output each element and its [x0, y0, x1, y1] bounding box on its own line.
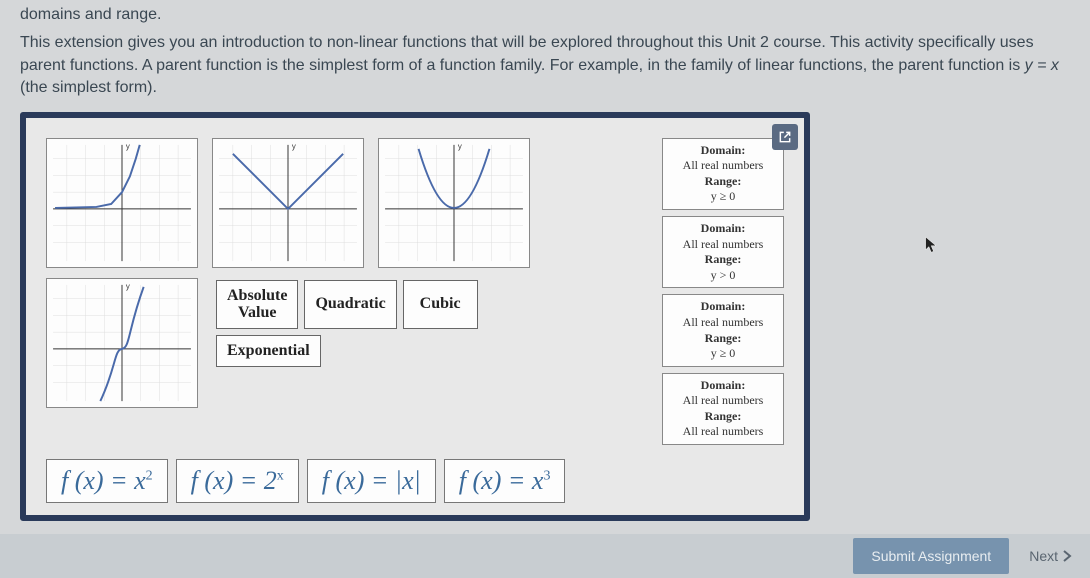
- expand-button[interactable]: [772, 124, 798, 150]
- submit-assignment-button[interactable]: Submit Assignment: [853, 538, 1009, 574]
- dr3-domain-val: All real numbers: [665, 315, 781, 331]
- paragraph-equation: y = x: [1025, 57, 1059, 74]
- eq2-text: f (x) = 2: [191, 466, 277, 495]
- equation-tile-squared[interactable]: f (x) = x2: [46, 459, 168, 503]
- svg-text:y: y: [458, 141, 462, 150]
- dr4-domain-label: Domain:: [665, 378, 781, 394]
- domain-range-box-1[interactable]: Domain: All real numbers Range: y ≥ 0: [662, 138, 784, 210]
- dr2-range-val: y > 0: [665, 268, 781, 284]
- svg-text:y: y: [292, 141, 296, 150]
- dr4-domain-val: All real numbers: [665, 393, 781, 409]
- footer-bar: Submit Assignment Next: [0, 534, 1090, 578]
- eq4-sup: 3: [543, 468, 550, 483]
- chevron-right-icon: [1062, 550, 1072, 562]
- dr2-range-label: Range:: [665, 252, 781, 268]
- graph-exponential[interactable]: y: [46, 138, 198, 268]
- dr1-range-val: y ≥ 0: [665, 189, 781, 205]
- activity-panel: y y: [20, 112, 810, 522]
- paragraph-part1: This extension gives you an introduction…: [20, 34, 1034, 73]
- tile-absolute-l2: Value: [238, 304, 277, 322]
- equation-tile-cubic[interactable]: f (x) = x3: [444, 459, 566, 503]
- tile-absolute-l1: Absolute: [227, 287, 287, 305]
- dr1-domain-label: Domain:: [665, 143, 781, 159]
- dr2-domain-label: Domain:: [665, 221, 781, 237]
- next-button[interactable]: Next: [1029, 548, 1072, 564]
- dr3-range-label: Range:: [665, 331, 781, 347]
- dr2-domain-val: All real numbers: [665, 237, 781, 253]
- svg-text:y: y: [126, 141, 130, 150]
- cursor-icon: [924, 235, 940, 260]
- equation-tile-exp[interactable]: f (x) = 2x: [176, 459, 299, 503]
- domain-range-box-3[interactable]: Domain: All real numbers Range: y ≥ 0: [662, 294, 784, 366]
- intro-text: domains and range. This extension gives …: [0, 0, 1090, 108]
- dr3-range-val: y ≥ 0: [665, 346, 781, 362]
- eq1-text: f (x) = x: [61, 466, 146, 495]
- tile-quadratic[interactable]: Quadratic: [304, 280, 396, 329]
- graph-cubic[interactable]: y: [46, 278, 198, 408]
- dr1-domain-val: All real numbers: [665, 158, 781, 174]
- next-label: Next: [1029, 548, 1058, 564]
- equation-tile-abs[interactable]: f (x) = |x|: [307, 459, 436, 503]
- paragraph-part2: (the simplest form).: [20, 79, 157, 96]
- open-external-icon: [778, 130, 792, 144]
- graph-absolute-value[interactable]: y: [212, 138, 364, 268]
- tile-absolute-value[interactable]: Absolute Value: [216, 280, 298, 329]
- domain-range-box-2[interactable]: Domain: All real numbers Range: y > 0: [662, 216, 784, 288]
- dr1-range-label: Range:: [665, 174, 781, 190]
- partial-line: domains and range.: [20, 4, 1070, 32]
- dr4-range-label: Range:: [665, 409, 781, 425]
- domain-range-box-4[interactable]: Domain: All real numbers Range: All real…: [662, 373, 784, 445]
- dr4-range-val: All real numbers: [665, 424, 781, 440]
- graph-quadratic[interactable]: y: [378, 138, 530, 268]
- svg-text:y: y: [126, 281, 130, 290]
- dr3-domain-label: Domain:: [665, 299, 781, 315]
- eq1-sup: 2: [146, 468, 153, 483]
- eq2-sup: x: [277, 468, 284, 483]
- tile-exponential[interactable]: Exponential: [216, 335, 321, 367]
- eq4-text: f (x) = x: [459, 466, 544, 495]
- tile-cubic[interactable]: Cubic: [403, 280, 478, 329]
